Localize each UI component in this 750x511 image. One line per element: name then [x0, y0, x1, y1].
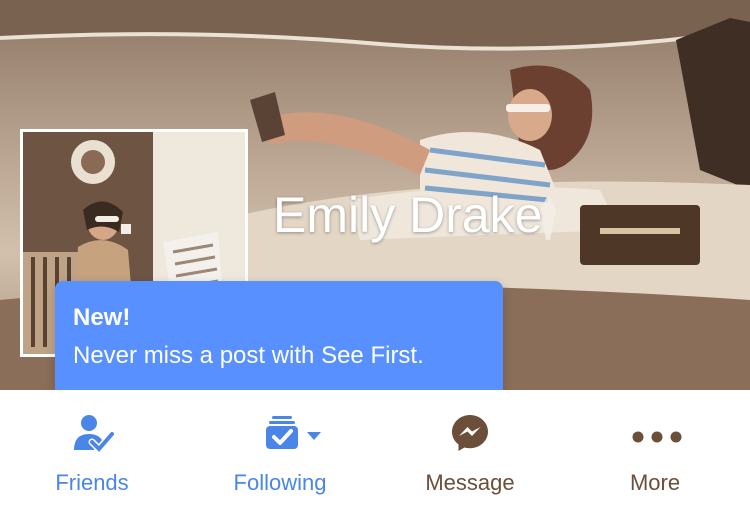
friends-button[interactable]: Friends — [22, 390, 162, 511]
message-label: Message — [425, 470, 515, 495]
more-button[interactable]: More — [585, 390, 725, 511]
chevron-down-icon — [307, 428, 321, 446]
friends-check-icon — [72, 414, 116, 457]
more-dots-icon — [632, 430, 682, 448]
messenger-icon — [451, 414, 489, 457]
see-first-tooltip[interactable]: New! Never miss a post with See First. — [55, 281, 503, 398]
profile-name: Emily Drake — [273, 187, 543, 243]
friends-label: Friends — [55, 470, 129, 495]
tooltip-title: New! — [73, 304, 131, 331]
following-button[interactable]: Following — [210, 390, 350, 511]
following-check-icon — [265, 414, 299, 455]
message-button[interactable]: Message — [400, 390, 540, 511]
tooltip-text: Never miss a post with See First. — [73, 342, 424, 369]
more-label: More — [629, 470, 681, 495]
following-label: Following — [233, 470, 327, 495]
profile-action-bar: Friends Following Message More — [0, 390, 750, 511]
